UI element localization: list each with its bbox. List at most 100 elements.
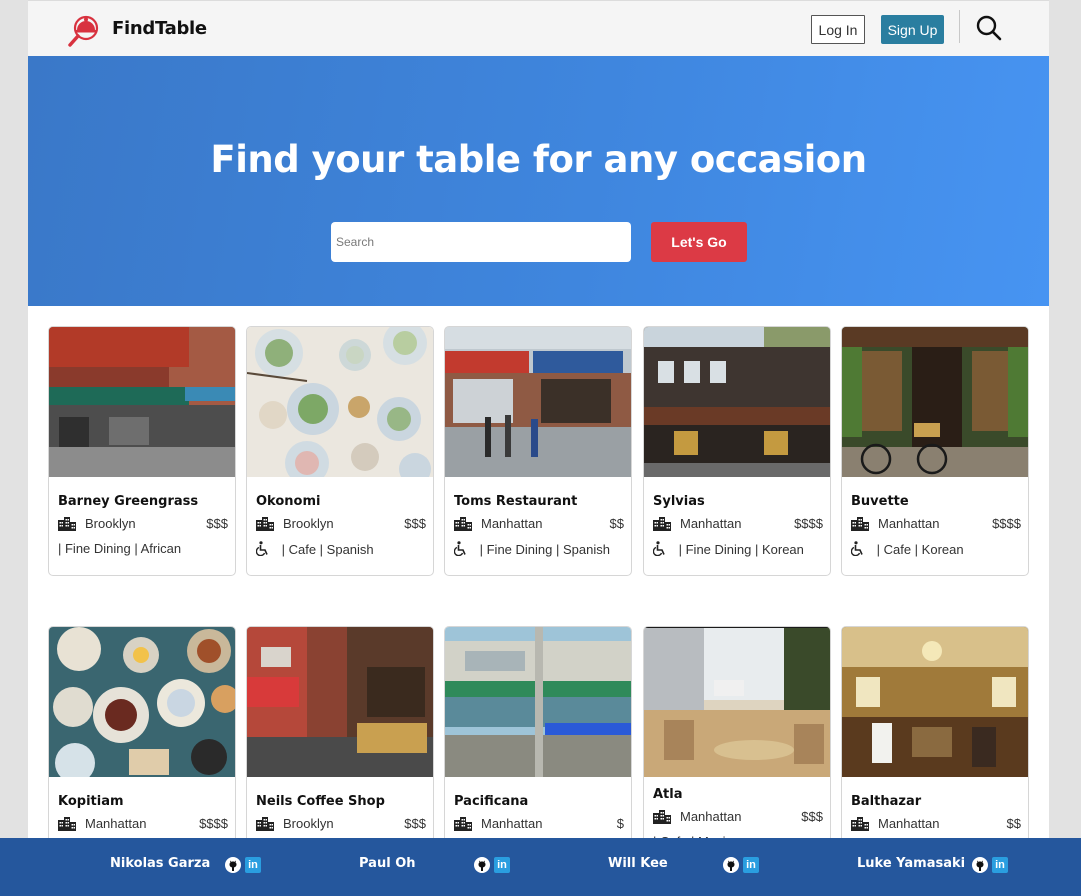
restaurant-location: Manhattan — [680, 809, 742, 824]
restaurant-location: Manhattan — [680, 516, 742, 531]
login-button[interactable]: Log In — [811, 15, 865, 44]
restaurant-tags: | Cafe | Korean — [876, 542, 964, 557]
restaurant-location: Manhattan — [481, 516, 543, 531]
restaurant-photo[interactable] — [445, 627, 631, 777]
restaurant-meta: Brooklyn $$$ — [256, 516, 426, 532]
restaurant-name[interactable]: Kopitiam — [58, 794, 124, 809]
restaurant-price: $ — [616, 816, 624, 831]
restaurant-photo[interactable] — [644, 627, 830, 777]
restaurant-name[interactable]: Balthazar — [851, 794, 921, 809]
restaurant-meta: Manhattan $$$$ — [653, 516, 823, 532]
restaurant-meta: Manhattan $$$$ — [851, 516, 1021, 532]
buildings-icon — [653, 517, 671, 534]
restaurant-meta: Manhattan $$ — [851, 816, 1021, 832]
restaurant-photo[interactable] — [247, 627, 433, 777]
restaurant-tags-row: | Cafe | Korean — [850, 541, 1026, 559]
buildings-icon — [256, 817, 274, 834]
buildings-icon — [454, 817, 472, 834]
restaurant-photo[interactable] — [49, 327, 235, 477]
search-icon[interactable] — [975, 14, 1003, 42]
wheelchair-icon — [255, 541, 272, 559]
restaurant-photo[interactable] — [247, 327, 433, 477]
restaurant-tags-row: | Fine Dining | Korean — [652, 541, 828, 559]
team-member-name: Luke Yamasaki — [857, 856, 966, 871]
restaurant-location: Manhattan — [481, 816, 543, 831]
restaurant-location: Manhattan — [85, 816, 147, 831]
restaurant-price: $$$ — [404, 816, 426, 831]
linkedin-icon[interactable]: in — [992, 857, 1008, 873]
restaurant-meta: Brooklyn $$$ — [256, 816, 426, 832]
restaurant-location: Brooklyn — [283, 816, 334, 831]
github-icon[interactable] — [474, 857, 490, 873]
footer: Nikolas Garza in Paul Oh in Will Kee in … — [0, 838, 1081, 896]
restaurant-meta: Manhattan $$$ — [653, 809, 823, 825]
restaurant-price: $$$ — [206, 516, 228, 531]
buildings-icon — [256, 517, 274, 534]
restaurant-location: Brooklyn — [283, 516, 334, 531]
restaurant-tags-row: | Fine Dining | African — [58, 541, 233, 556]
restaurant-name[interactable]: Okonomi — [256, 494, 320, 509]
restaurant-meta: Manhattan $$ — [454, 516, 624, 532]
signup-button[interactable]: Sign Up — [881, 15, 944, 44]
restaurant-price: $$$$ — [199, 816, 228, 831]
search-input[interactable] — [331, 222, 631, 262]
restaurant-price: $$$ — [404, 516, 426, 531]
team-member-name: Paul Oh — [359, 856, 416, 871]
restaurant-price: $$$ — [801, 809, 823, 824]
restaurant-price: $$ — [609, 516, 624, 531]
restaurant-photo[interactable] — [49, 627, 235, 777]
linkedin-icon[interactable]: in — [494, 857, 510, 873]
restaurant-tags: | Fine Dining | African — [58, 541, 182, 556]
wheelchair-icon — [453, 541, 470, 559]
navbar-divider — [959, 10, 960, 43]
restaurant-price: $$ — [1006, 816, 1021, 831]
hero-title: Find your table for any occasion — [210, 138, 867, 181]
github-icon[interactable] — [723, 857, 739, 873]
restaurant-tags: | Fine Dining | Spanish — [479, 542, 610, 557]
restaurant-name[interactable]: Pacificana — [454, 794, 528, 809]
wheelchair-icon — [652, 541, 669, 559]
restaurant-card[interactable]: Sylvias Manhattan $$$$ | Fine Dining | K… — [643, 326, 831, 576]
restaurant-name[interactable]: Atla — [653, 787, 683, 802]
restaurant-photo[interactable] — [445, 327, 631, 477]
team-member-name: Nikolas Garza — [110, 856, 211, 871]
lets-go-button[interactable]: Let's Go — [651, 222, 747, 262]
restaurant-price: $$$$ — [992, 516, 1021, 531]
buildings-icon — [653, 810, 671, 827]
restaurant-price: $$$$ — [794, 516, 823, 531]
restaurant-meta: Brooklyn $$$ — [58, 516, 228, 532]
restaurant-name[interactable]: Buvette — [851, 494, 909, 509]
linkedin-icon[interactable]: in — [245, 857, 261, 873]
team-member-name: Will Kee — [608, 856, 668, 871]
restaurant-location: Manhattan — [878, 816, 940, 831]
brand-name[interactable]: FindTable — [112, 18, 207, 39]
restaurant-card[interactable]: Toms Restaurant Manhattan $$ | Fine Dini… — [444, 326, 632, 576]
buildings-icon — [454, 517, 472, 534]
github-icon[interactable] — [972, 857, 988, 873]
restaurant-photo[interactable] — [842, 627, 1028, 777]
restaurant-card[interactable]: Okonomi Brooklyn $$$ | Cafe | Spanish — [246, 326, 434, 576]
restaurant-meta: Manhattan $ — [454, 816, 624, 832]
findtable-logo-icon[interactable] — [68, 11, 104, 47]
github-icon[interactable] — [225, 857, 241, 873]
restaurant-name[interactable]: Neils Coffee Shop — [256, 794, 385, 809]
restaurant-photo[interactable] — [644, 327, 830, 477]
linkedin-icon[interactable]: in — [743, 857, 759, 873]
hero-banner: Find your table for any occasion Let's G… — [28, 56, 1049, 306]
restaurant-name[interactable]: Barney Greengrass — [58, 494, 198, 509]
restaurant-tags-row: | Cafe | Spanish — [255, 541, 431, 559]
restaurant-name[interactable]: Toms Restaurant — [454, 494, 577, 509]
restaurant-card[interactable]: Buvette Manhattan $$$$ | Cafe | Korean — [841, 326, 1029, 576]
restaurant-meta: Manhattan $$$$ — [58, 816, 228, 832]
buildings-icon — [58, 517, 76, 534]
restaurant-tags-row: | Fine Dining | Spanish — [453, 541, 629, 559]
wheelchair-icon — [850, 541, 867, 559]
buildings-icon — [851, 817, 869, 834]
buildings-icon — [851, 517, 869, 534]
restaurant-card[interactable]: Barney Greengrass Brooklyn $$$ | Fine Di… — [48, 326, 236, 576]
restaurant-photo[interactable] — [842, 327, 1028, 477]
restaurant-name[interactable]: Sylvias — [653, 494, 705, 509]
restaurant-tags: | Cafe | Spanish — [281, 542, 374, 557]
restaurant-location: Manhattan — [878, 516, 940, 531]
buildings-icon — [58, 817, 76, 834]
